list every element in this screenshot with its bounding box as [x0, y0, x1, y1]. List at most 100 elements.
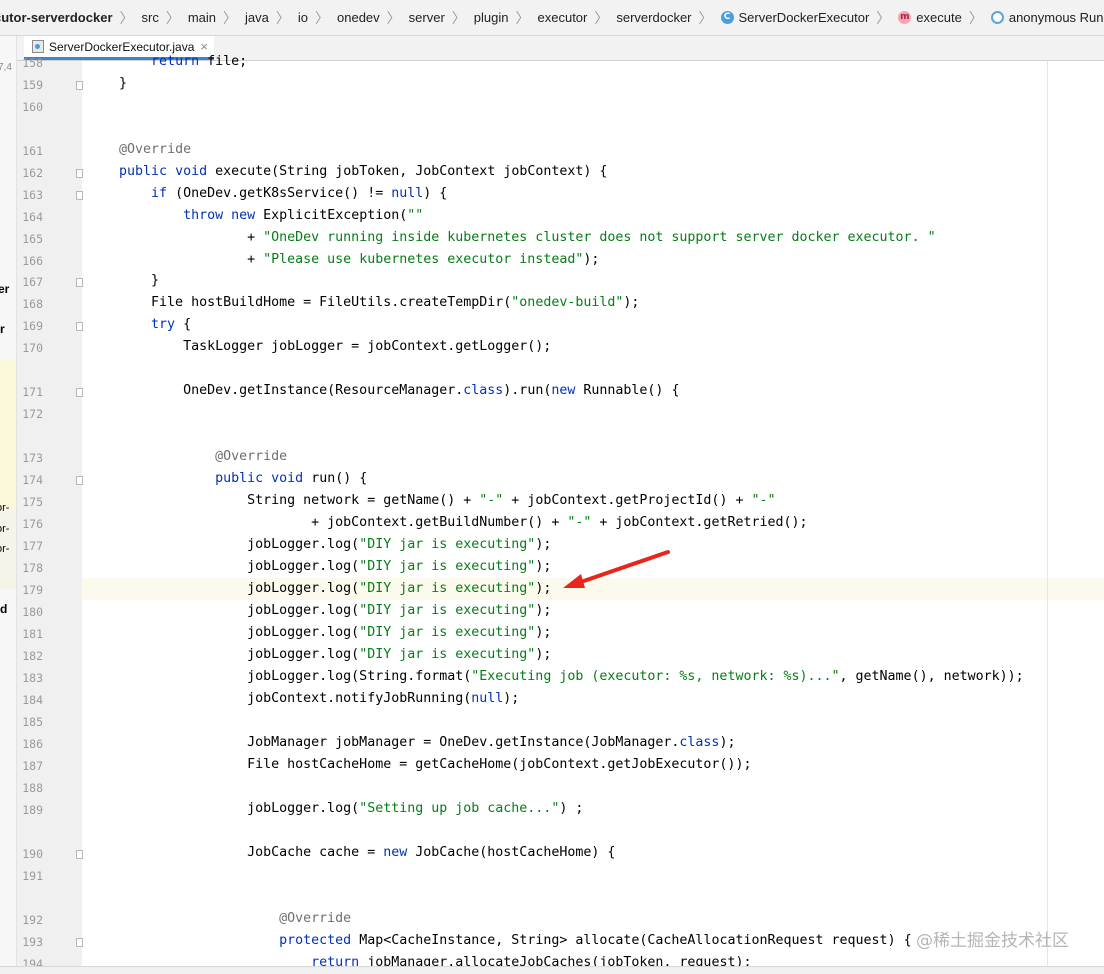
breadcrumb-item[interactable]: anonymous Runnable [986, 10, 1104, 25]
code-line[interactable]: return file; [87, 53, 247, 71]
line-number[interactable]: 165 [17, 232, 43, 246]
project-panel-strip[interactable]: 7,4 er r or- or- or- d [0, 36, 17, 973]
breadcrumb-item[interactable]: plugin [469, 10, 514, 25]
line-number[interactable]: 180 [17, 605, 43, 619]
fold-marker-icon[interactable] [76, 191, 83, 200]
line-number[interactable]: 190 [17, 847, 43, 861]
line-number[interactable]: 163 [17, 188, 43, 202]
line-number[interactable]: 171 [17, 385, 43, 399]
line-number[interactable]: 187 [17, 759, 43, 773]
line-number[interactable]: 168 [17, 297, 43, 311]
close-icon[interactable]: × [200, 39, 208, 54]
line-number[interactable]: 183 [17, 671, 43, 685]
code-line[interactable]: @Override [87, 141, 191, 159]
line-number[interactable]: 186 [17, 737, 43, 751]
line-number[interactable]: 172 [17, 407, 43, 421]
code-line[interactable]: + "OneDev running inside kubernetes clus… [87, 229, 936, 247]
line-number[interactable]: 185 [17, 715, 43, 729]
line-number[interactable]: 179 [17, 583, 43, 597]
red-arrow-annotation [563, 550, 670, 588]
code-line[interactable]: jobContext.notifyJobRunning(null); [87, 690, 519, 708]
breadcrumb-label: cutor-serverdocker [0, 10, 113, 25]
breadcrumb-item[interactable]: main [183, 10, 221, 25]
code-line[interactable]: OneDev.getInstance(ResourceManager.class… [87, 382, 679, 400]
code-line[interactable]: TaskLogger jobLogger = jobContext.getLog… [87, 338, 551, 356]
fold-marker-icon[interactable] [76, 850, 83, 859]
line-number[interactable]: 170 [17, 341, 43, 355]
code-line[interactable]: } [87, 272, 159, 290]
line-number[interactable]: 182 [17, 649, 43, 663]
code-line[interactable]: jobLogger.log("DIY jar is executing"); [87, 646, 551, 664]
code-line[interactable]: File hostBuildHome = FileUtils.createTem… [87, 294, 639, 312]
code-line[interactable]: jobLogger.log("DIY jar is executing"); [87, 558, 551, 576]
code-line[interactable]: protected Map<CacheInstance, String> all… [87, 932, 911, 950]
line-number[interactable]: 191 [17, 869, 43, 883]
strip-fragment: r [0, 322, 5, 336]
breadcrumb-item[interactable]: java [240, 10, 274, 25]
breadcrumb-item[interactable]: cutor-serverdocker [0, 10, 118, 25]
chevron-right-icon: 〉 [386, 9, 401, 26]
code-line[interactable]: JobManager jobManager = OneDev.getInstan… [87, 734, 735, 752]
line-number[interactable]: 188 [17, 781, 43, 795]
code-line[interactable]: jobLogger.log("DIY jar is executing"); [87, 602, 551, 620]
code-line[interactable]: @Override [87, 910, 351, 928]
fold-marker-icon[interactable] [76, 938, 83, 947]
code-line[interactable]: jobLogger.log("Setting up job cache...")… [87, 800, 583, 818]
code-line[interactable]: public void run() { [87, 470, 367, 488]
line-number[interactable]: 189 [17, 803, 43, 817]
fold-marker-icon[interactable] [76, 322, 83, 331]
code-line[interactable]: jobLogger.log("DIY jar is executing"); [87, 536, 551, 554]
line-number[interactable]: 161 [17, 144, 43, 158]
line-number[interactable]: 159 [17, 78, 43, 92]
code-line[interactable]: } [87, 75, 127, 93]
breadcrumb-item[interactable]: executor [533, 10, 593, 25]
fold-marker-icon[interactable] [76, 169, 83, 178]
line-number[interactable]: 175 [17, 495, 43, 509]
line-number[interactable]: 192 [17, 913, 43, 927]
breadcrumb-item[interactable]: server [404, 10, 450, 25]
chevron-right-icon: 〉 [119, 9, 134, 26]
breadcrumb-item[interactable]: serverdocker [611, 10, 696, 25]
line-number[interactable]: 164 [17, 210, 43, 224]
line-number[interactable]: 158 [17, 56, 43, 70]
chevron-right-icon: 〉 [275, 9, 290, 26]
line-number[interactable]: 181 [17, 627, 43, 641]
line-number[interactable]: 174 [17, 473, 43, 487]
line-number[interactable]: 178 [17, 561, 43, 575]
code-line[interactable]: if (OneDev.getK8sService() != null) { [87, 185, 447, 203]
line-number[interactable]: 193 [17, 935, 43, 949]
fold-marker-icon[interactable] [76, 278, 83, 287]
breadcrumb-item[interactable]: src [137, 10, 164, 25]
code-line[interactable]: jobLogger.log("DIY jar is executing"); [87, 580, 551, 598]
code-line[interactable]: jobLogger.log(String.format("Executing j… [87, 668, 1024, 686]
line-number[interactable]: 167 [17, 275, 43, 289]
code-line[interactable]: + "Please use kubernetes executor instea… [87, 251, 599, 269]
breadcrumb-item[interactable]: io [293, 10, 313, 25]
breadcrumb-item[interactable]: m execute [893, 10, 967, 25]
strip-fragment: or- [0, 543, 10, 555]
line-number[interactable]: 177 [17, 539, 43, 553]
code-line[interactable]: throw new ExplicitException("" [87, 207, 423, 225]
code-line[interactable]: try { [87, 316, 191, 334]
line-number[interactable]: 184 [17, 693, 43, 707]
fold-marker-icon[interactable] [76, 476, 83, 485]
code-line[interactable]: JobCache cache = new JobCache(hostCacheH… [87, 844, 615, 862]
line-number[interactable]: 173 [17, 451, 43, 465]
fold-marker-icon[interactable] [76, 388, 83, 397]
line-number[interactable]: 169 [17, 319, 43, 333]
breadcrumb: cutor-serverdocker 〉 src 〉 main 〉 java 〉 io 〉 oned… [0, 0, 1104, 36]
breadcrumb-item[interactable]: onedev [332, 10, 385, 25]
line-number[interactable]: 176 [17, 517, 43, 531]
fold-marker-icon[interactable] [76, 81, 83, 90]
line-number[interactable]: 160 [17, 100, 43, 114]
code-line[interactable]: File hostCacheHome = getCacheHome(jobCon… [87, 756, 751, 774]
line-number[interactable]: 166 [17, 254, 43, 268]
code-line[interactable]: jobLogger.log("DIY jar is executing"); [87, 624, 551, 642]
line-number[interactable]: 162 [17, 166, 43, 180]
code-line[interactable]: + jobContext.getBuildNumber() + "-" + jo… [87, 514, 807, 532]
breadcrumb-item[interactable]: C ServerDockerExecutor [716, 10, 875, 25]
code-line[interactable]: @Override [87, 448, 287, 466]
code-line[interactable]: String network = getName() + "-" + jobCo… [87, 492, 775, 510]
code-line[interactable]: public void execute(String jobToken, Job… [87, 163, 607, 181]
strip-fragment: d [0, 602, 8, 616]
